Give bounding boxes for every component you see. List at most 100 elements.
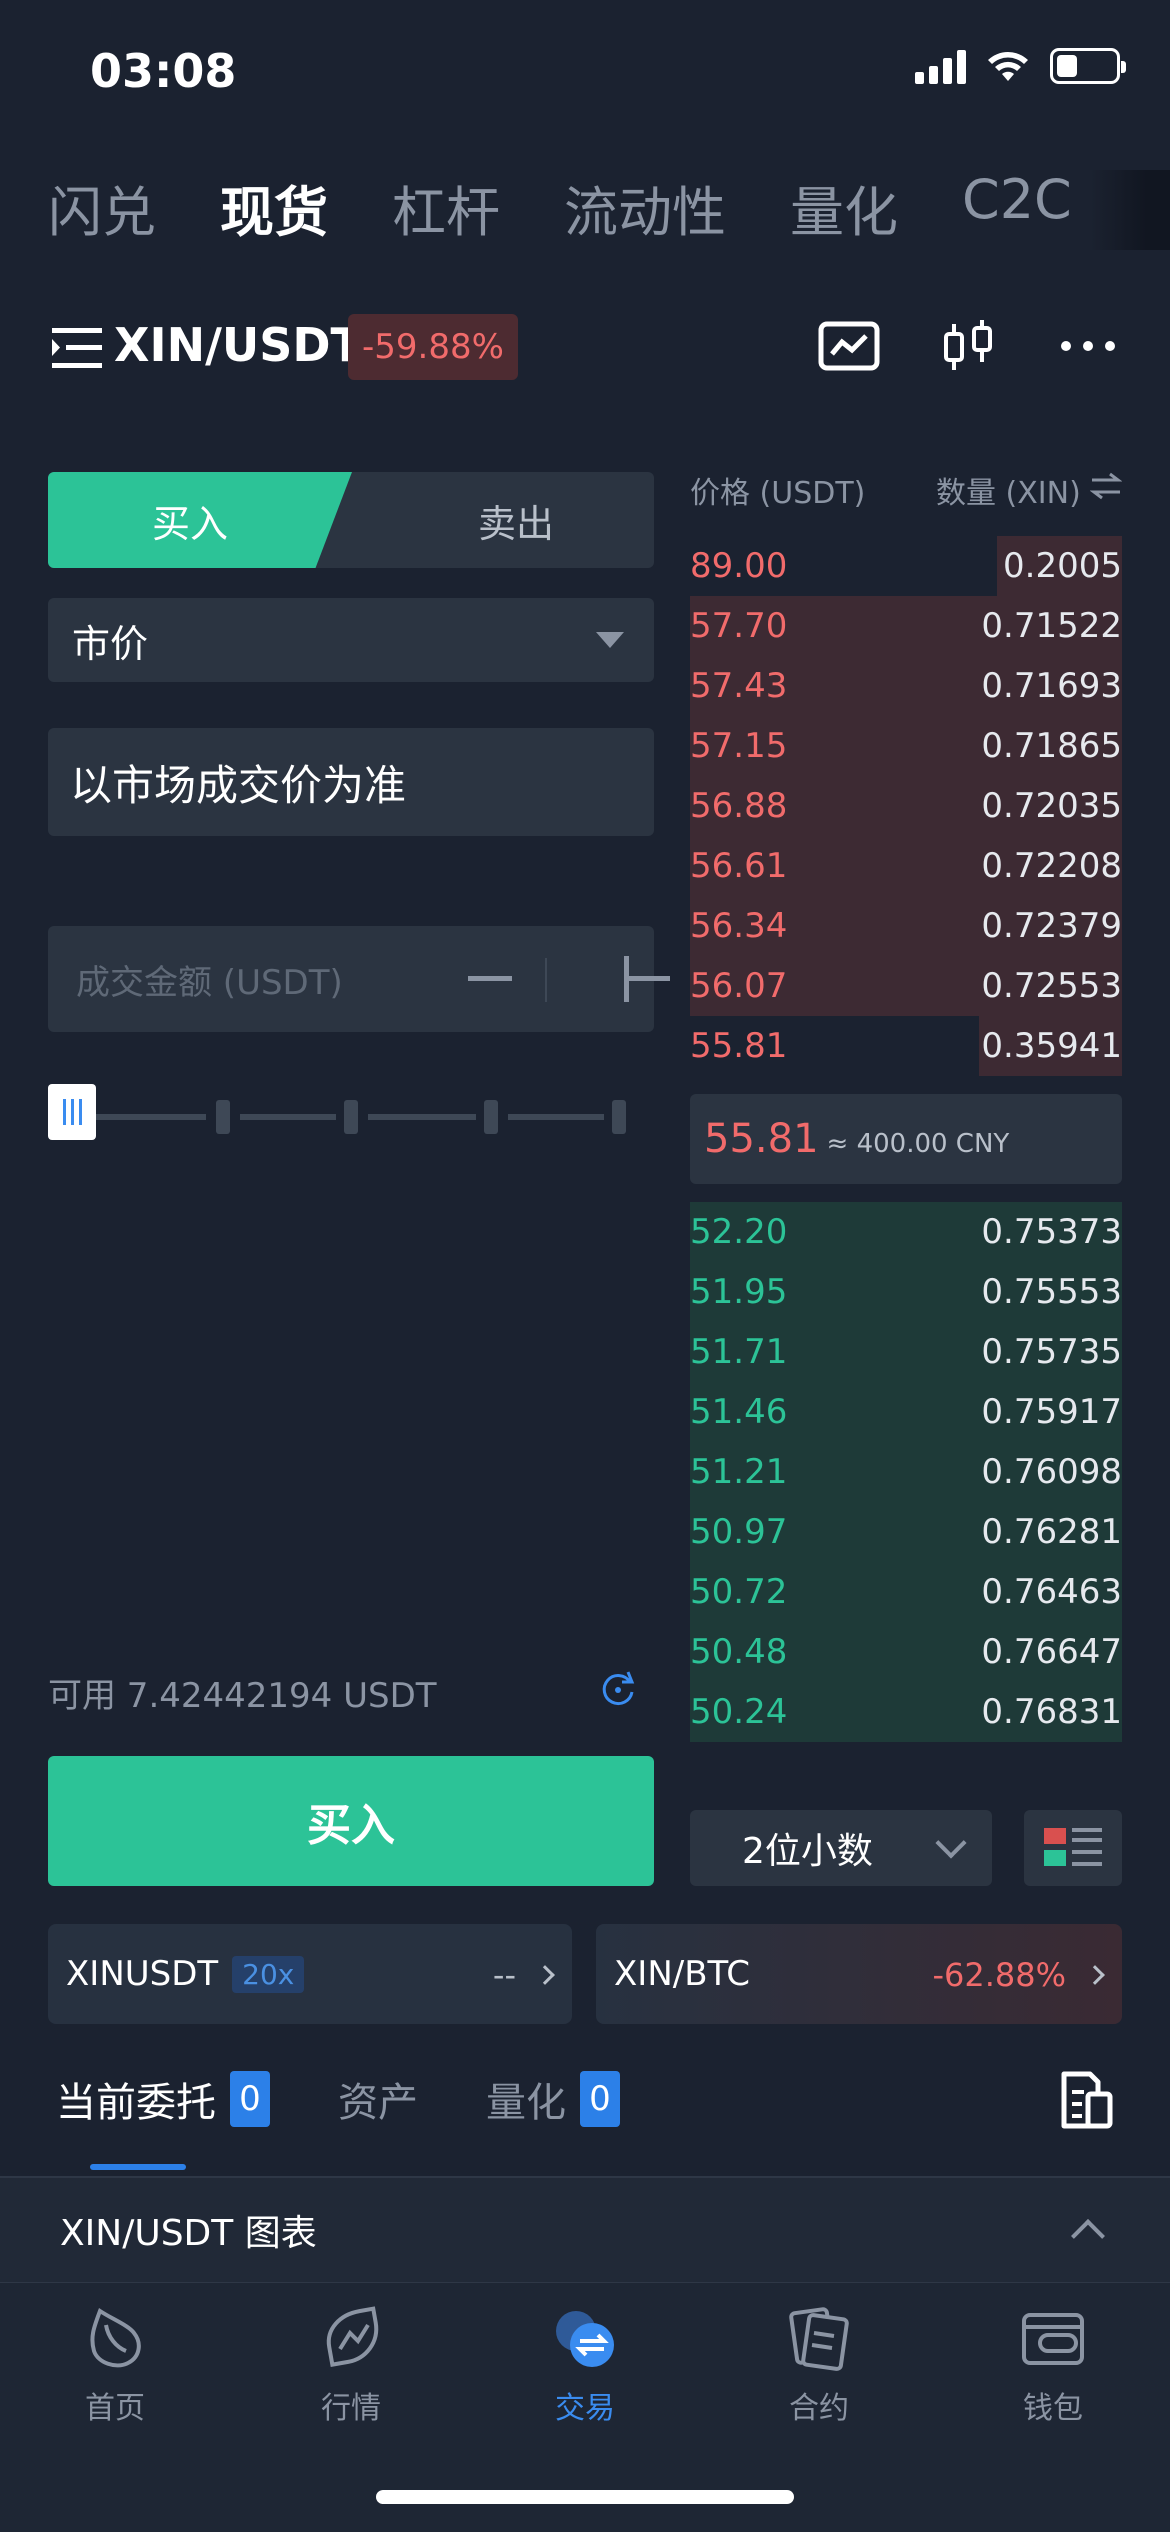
orderbook-qty: 0.76647: [981, 1632, 1122, 1672]
orderbook-row[interactable]: 57.70 0.71522: [690, 596, 1122, 656]
orderbook-price-header: 价格 (USDT): [690, 476, 866, 511]
swap-unit-icon[interactable]: [1090, 472, 1122, 500]
slider-handle[interactable]: [48, 1084, 96, 1140]
tab-open-orders[interactable]: 当前委托 0: [56, 2070, 270, 2128]
home-icon: [90, 2307, 141, 2368]
orderbook-price: 57.15: [690, 726, 788, 766]
nav-trade-label: 交易: [555, 2391, 615, 2426]
related-pair-name: XIN/BTC: [614, 1954, 751, 1994]
orderbook-price: 50.97: [690, 1512, 788, 1552]
contract-icon: [789, 2307, 849, 2371]
nav-contract-label: 合约: [789, 2391, 849, 2426]
orderbook-qty: 0.75735: [981, 1332, 1122, 1372]
trade-icon: [556, 2311, 614, 2367]
home-indicator: [376, 2490, 794, 2504]
orderbook-price: 56.61: [690, 846, 788, 886]
plus-icon-vertical: [624, 956, 629, 1002]
orderbook-price: 50.24: [690, 1692, 788, 1732]
orderbook-qty: 0.75553: [981, 1272, 1122, 1312]
orderbook-row[interactable]: 50.72 0.76463: [690, 1562, 1122, 1622]
orderbook-row[interactable]: 55.81 0.35941: [690, 1016, 1122, 1076]
battery-icon: [1050, 48, 1126, 84]
orderbook-qty: 0.35941: [981, 1026, 1122, 1066]
tab-liquidity[interactable]: 流动性: [564, 168, 726, 247]
buy-tab[interactable]: 买入: [48, 472, 352, 568]
orderbook-row[interactable]: 51.21 0.76098: [690, 1442, 1122, 1502]
tab-margin[interactable]: 杠杆: [392, 168, 500, 247]
wallet-icon: [1022, 2313, 1084, 2365]
stepper-divider: [545, 958, 547, 1002]
orderbook-row[interactable]: 50.48 0.76647: [690, 1622, 1122, 1682]
orderbook-qty: 0.75917: [981, 1392, 1122, 1432]
orderbook-qty: 0.71865: [981, 726, 1122, 766]
orderbook-row[interactable]: 51.71 0.75735: [690, 1322, 1122, 1382]
orderbook-qty: 0.76831: [981, 1692, 1122, 1732]
tab-spot[interactable]: 现货: [220, 168, 328, 247]
nav-home-label: 首页: [85, 2391, 145, 2426]
orderbook-qty: 0.76281: [981, 1512, 1122, 1552]
candlestick-icon[interactable]: [938, 318, 1000, 374]
orderbook-row[interactable]: 89.00 0.2005: [690, 536, 1122, 596]
chart-icon[interactable]: [818, 318, 880, 374]
nav-market-label: 行情: [321, 2391, 381, 2426]
order-type-value: 市价: [72, 621, 149, 666]
refresh-icon[interactable]: [598, 1668, 638, 1708]
tab-flash-swap[interactable]: 闪兑: [48, 168, 156, 247]
order-history-icon[interactable]: [1058, 2070, 1114, 2130]
orderbook-row[interactable]: 51.46 0.75917: [690, 1382, 1122, 1442]
orderbook-row[interactable]: 57.15 0.71865: [690, 716, 1122, 776]
tab-c2c[interactable]: C2C: [962, 168, 1072, 247]
status-time: 03:08: [90, 44, 237, 98]
chevron-up-icon: [1071, 2219, 1105, 2253]
orderbook-price: 57.70: [690, 606, 788, 646]
tab-assets[interactable]: 资产: [338, 2070, 418, 2128]
orderbook-row[interactable]: 56.34 0.72379: [690, 896, 1122, 956]
open-orders-count: 0: [230, 2071, 270, 2127]
plus-icon[interactable]: [626, 976, 670, 981]
more-icon[interactable]: [1058, 318, 1120, 374]
quant-count: 0: [580, 2071, 620, 2127]
orderbook-qty: 0.76463: [981, 1572, 1122, 1612]
market-price-text: 以市场成交价为准: [70, 760, 407, 810]
orderbook-layout-button[interactable]: [1024, 1810, 1122, 1886]
menu-list-icon[interactable]: [52, 326, 102, 370]
order-type-select[interactable]: 市价: [48, 598, 654, 682]
orderbook-price: 52.20: [690, 1212, 788, 1252]
orderbook-row[interactable]: 52.20 0.75373: [690, 1202, 1122, 1262]
amount-input[interactable]: 成交金额 (USDT): [48, 926, 670, 1032]
nav-home[interactable]: 首页: [40, 2303, 190, 2427]
nav-wallet-label: 钱包: [1023, 2391, 1083, 2426]
nav-market[interactable]: 行情: [276, 2303, 426, 2427]
orderbook-price: 55.81: [690, 1026, 788, 1066]
chart-toggle-bar[interactable]: XIN/USDT 图表: [0, 2176, 1170, 2282]
orderbook-qty: 0.72208: [981, 846, 1122, 886]
minus-icon[interactable]: [468, 976, 512, 981]
chevron-right-icon: [535, 1965, 555, 1985]
related-pair-perp[interactable]: XINUSDT 20x --: [48, 1924, 572, 2024]
tab-open-orders-label: 当前委托: [56, 2080, 216, 2126]
decimals-select[interactable]: 2位小数: [690, 1810, 992, 1886]
tabs-fade: [1090, 170, 1170, 250]
orders-tabs: 当前委托 0 资产 量化 0: [56, 2070, 688, 2128]
tab-quant-orders[interactable]: 量化 0: [486, 2070, 620, 2128]
orderbook-row[interactable]: 56.07 0.72553: [690, 956, 1122, 1016]
orderbook-row[interactable]: 56.61 0.72208: [690, 836, 1122, 896]
orderbook-row[interactable]: 50.97 0.76281: [690, 1502, 1122, 1562]
nav-contract[interactable]: 合约: [744, 2303, 894, 2427]
sell-tab[interactable]: 卖出: [378, 472, 654, 568]
nav-trade[interactable]: 交易: [510, 2303, 660, 2427]
nav-wallet[interactable]: 钱包: [978, 2303, 1128, 2427]
tab-quant[interactable]: 量化: [790, 168, 898, 247]
buy-submit-button[interactable]: 买入: [48, 1756, 654, 1886]
orderbook-price: 50.48: [690, 1632, 788, 1672]
amount-slider[interactable]: [96, 1100, 626, 1134]
orderbook-row[interactable]: 56.88 0.72035: [690, 776, 1122, 836]
orderbook-layout-icon: [1044, 1828, 1102, 1866]
orderbook-row[interactable]: 50.24 0.76831: [690, 1682, 1122, 1742]
related-pair-btc[interactable]: XIN/BTC -62.88%: [596, 1924, 1122, 2024]
orderbook-row[interactable]: 51.95 0.75553: [690, 1262, 1122, 1322]
orderbook-row[interactable]: 57.43 0.71693: [690, 656, 1122, 716]
caret-down-icon: [596, 632, 624, 648]
tab-quant-label: 量化: [486, 2080, 566, 2126]
pair-name[interactable]: XIN/USDT: [114, 318, 362, 372]
